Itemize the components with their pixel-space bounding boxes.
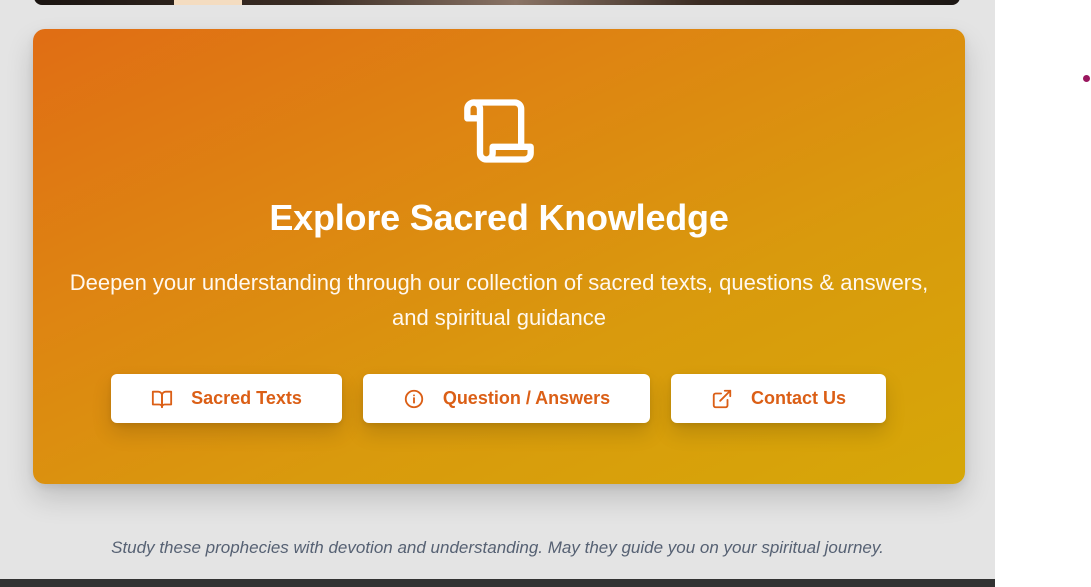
section-subtitle: Deepen your understanding through our co…	[69, 270, 929, 330]
contact-us-label: Contact Us	[750, 388, 846, 408]
info-circle-icon	[403, 388, 425, 410]
sacred-texts-label: Sacred Texts	[191, 388, 302, 408]
top-image-accent	[174, 0, 242, 5]
bottom-bar	[0, 579, 995, 587]
page: Explore Sacred Knowledge Deepen your und…	[0, 0, 1091, 587]
section-title: Explore Sacred Knowledge	[269, 197, 729, 238]
sacred-texts-button[interactable]: Sacred Texts	[111, 374, 342, 423]
question-answers-button[interactable]: Question / Answers	[363, 374, 650, 423]
external-link-icon	[711, 388, 733, 410]
explore-knowledge-card: Explore Sacred Knowledge Deepen your und…	[33, 29, 965, 484]
question-answers-label: Question / Answers	[442, 388, 611, 408]
contact-us-button[interactable]: Contact Us	[671, 374, 886, 423]
scroll-icon	[464, 99, 534, 163]
footer-note: Study these prophecies with devotion and…	[111, 538, 884, 557]
top-image-strip	[34, 0, 960, 5]
book-open-icon	[151, 388, 173, 410]
bullet-dot	[1083, 75, 1090, 82]
main-column: Explore Sacred Knowledge Deepen your und…	[0, 0, 995, 587]
